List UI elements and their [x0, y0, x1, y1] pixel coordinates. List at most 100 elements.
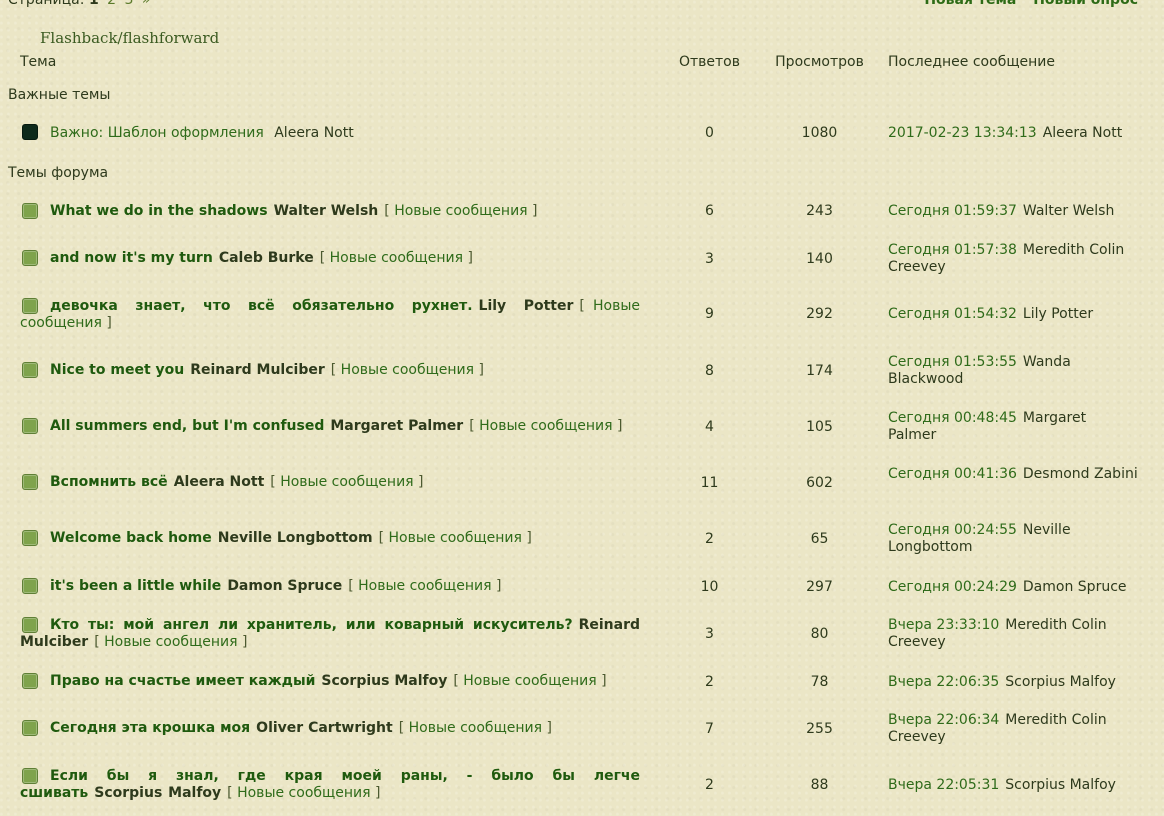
section-forum-topics: Темы форума [8, 165, 109, 181]
topic-cell: Сегодня эта крошка моя Oliver Cartwright [… [20, 720, 640, 737]
topic-cell: Вспомнить всё Aleera Nott [ Новые сообщени… [20, 474, 640, 491]
table-header: Тема Ответов Просмотров Последнее сообще… [0, 54, 1164, 72]
last-post-author: Walter Welsh [1022, 203, 1115, 219]
topic-cell: Nice to meet you Reinard Mulciber [ Новые … [20, 362, 640, 379]
topic-title-link[interactable]: All summers end, but I'm confused [50, 418, 324, 434]
topic-title-link[interactable]: it's been a little while [50, 578, 221, 594]
topic-author: Neville Longbottom [217, 530, 373, 546]
new-posts-label: Новые сообщения [104, 634, 238, 650]
topic-author: Aleera Nott [173, 474, 265, 490]
replies-count: 2 [705, 531, 714, 547]
last-post-time-link[interactable]: 2017-02-23 13:34:13 [888, 125, 1037, 141]
topic-author: Damon Spruce [227, 578, 343, 594]
last-post-time-link[interactable]: Сегодня 01:53:55 [888, 354, 1017, 370]
topic-title-link[interactable]: Nice to meet you [50, 362, 184, 378]
last-post-time-link[interactable]: Сегодня 00:24:29 [888, 579, 1017, 595]
next-page-link[interactable]: » [142, 0, 151, 8]
new-posts-label: Новые сообщения [280, 474, 414, 490]
views-count: 65 [810, 531, 829, 547]
topic-cell: Кто ты: мой ангел ли хранитель, или кова… [20, 617, 640, 651]
new-posts-link[interactable]: [ Новые сообщения ] [270, 474, 423, 490]
topic-cell: All summers end, but I'm confused Margare… [20, 418, 640, 435]
topic-title-link[interactable]: Сегодня эта крошка моя [50, 720, 250, 736]
views-count: 255 [806, 721, 833, 737]
last-post-cell: Сегодня 00:41:36 Desmond Zabini [888, 466, 1138, 483]
views-count: 140 [806, 251, 833, 267]
topic-title-link[interactable]: Кто ты: мой ангел ли хранитель, или кова… [50, 617, 573, 633]
new-posts-link[interactable]: [ Новые сообщения ] [320, 250, 473, 266]
topic-cell: it's been a little while Damon Spruce [ Но… [20, 578, 640, 595]
replies-count: 2 [705, 777, 714, 793]
last-post-time-link[interactable]: Сегодня 00:48:45 [888, 410, 1017, 426]
topic-cell: Welcome back home Neville Longbottom [ Нов… [20, 530, 640, 547]
new-posts-label: Новые сообщения [237, 785, 371, 801]
topic-cell: and now it's my turn Caleb Burke [ Новые с… [20, 250, 640, 267]
forum-title: Flashback/flashforward [40, 29, 220, 47]
topic-title-link[interactable]: Право на счастье имеет каждый [50, 673, 315, 689]
forum-page: Страница: 1 2 3 » Новая тема Новый опрос… [0, 0, 1164, 816]
section-important: Важные темы [8, 87, 111, 103]
new-poll-link[interactable]: Новый опрос [1033, 0, 1138, 8]
topic-author: Margaret Palmer [330, 418, 464, 434]
last-post-time-link[interactable]: Сегодня 01:59:37 [888, 203, 1017, 219]
replies-count: 8 [705, 363, 714, 379]
topic-title-link[interactable]: What we do in the shadows [50, 203, 268, 219]
topic-title-link[interactable]: девочка знает, что всё обязательно рухне… [50, 298, 473, 314]
pagination: Страница: 1 2 3 » [8, 0, 150, 8]
new-posts-link[interactable]: [ Новые сообщения ] [469, 418, 622, 434]
new-posts-link[interactable]: [ Новые сообщения ] [384, 203, 537, 219]
topic-title-link[interactable]: Вспомнить всё [50, 474, 168, 490]
last-post-time-link[interactable]: Сегодня 00:41:36 [888, 466, 1017, 482]
last-post-cell: 2017-02-23 13:34:13 Aleera Nott [888, 125, 1138, 142]
pagination-bar: Страница: 1 2 3 » Новая тема Новый опрос [8, 0, 1138, 8]
last-post-cell: Сегодня 01:59:37 Walter Welsh [888, 203, 1138, 220]
new-posts-link[interactable]: [ Новые сообщения ] [453, 673, 606, 689]
new-posts-label: Новые сообщения [329, 250, 464, 266]
new-topic-link[interactable]: Новая тема [924, 0, 1016, 8]
topic-cell: Если бы я знал, где края моей раны, - бы… [20, 768, 640, 802]
new-posts-label: Новые сообщения [388, 530, 522, 546]
topic-author: Oliver Cartwright [256, 720, 393, 736]
views-count: 1080 [801, 125, 838, 141]
topic-title-link[interactable]: Шаблон оформления [108, 125, 264, 141]
new-posts-label: Новые сообщения [463, 673, 597, 689]
last-post-time-link[interactable]: Сегодня 01:57:38 [888, 242, 1017, 258]
new-posts-link[interactable]: [ Новые сообщения ] [348, 578, 501, 594]
last-post-time-link[interactable]: Сегодня 00:24:55 [888, 522, 1017, 538]
replies-count: 9 [705, 306, 714, 322]
topic-cell: Право на счастье имеет каждый Scorpius Ma… [20, 673, 640, 690]
new-posts-link[interactable]: [ Новые сообщения ] [379, 530, 532, 546]
replies-count: 10 [700, 579, 719, 595]
last-post-time-link[interactable]: Вчера 22:06:34 [888, 712, 999, 728]
page-link-2[interactable]: 2 [107, 0, 116, 8]
last-post-time-link[interactable]: Вчера 22:05:31 [888, 777, 999, 793]
last-post-cell: Вчера 22:06:34 Meredith Colin Creevey [888, 712, 1138, 746]
new-posts-link[interactable]: [ Новые сообщения ] [331, 362, 484, 378]
last-post-time-link[interactable]: Вчера 22:06:35 [888, 674, 999, 690]
topic-author: Scorpius Malfoy [321, 673, 448, 689]
new-posts-link[interactable]: [ Новые сообщения ] [399, 720, 552, 736]
last-post-time-link[interactable]: Сегодня 01:54:32 [888, 306, 1017, 322]
last-post-author: Lily Potter [1022, 306, 1094, 322]
last-post-cell: Вчера 22:05:31 Scorpius Malfoy [888, 777, 1138, 794]
last-post-cell: Сегодня 00:24:55 Neville Longbottom [888, 522, 1138, 556]
last-post-cell: Сегодня 01:53:55 Wanda Blackwood [888, 354, 1138, 388]
current-page: 1 [88, 0, 99, 8]
important-prefix: Важно: [50, 125, 104, 141]
last-post-author: Scorpius Malfoy [1005, 674, 1116, 690]
replies-count: 7 [705, 721, 714, 737]
topic-title-link[interactable]: Welcome back home [50, 530, 212, 546]
page-link-3[interactable]: 3 [125, 0, 134, 8]
last-post-time-link[interactable]: Вчера 23:33:10 [888, 617, 999, 633]
replies-count: 3 [705, 626, 714, 642]
topic-actions: Новая тема Новый опрос [912, 0, 1138, 8]
topic-title-link[interactable]: and now it's my turn [50, 250, 213, 266]
replies-count: 11 [700, 475, 719, 491]
new-posts-link[interactable]: [ Новые сообщения ] [94, 634, 247, 650]
new-posts-label: Новые сообщения [358, 578, 492, 594]
important-topic-row: Важно: Шаблон оформления Aleera Nott 0 1… [0, 124, 1164, 144]
column-replies: Ответов [678, 54, 740, 70]
new-posts-link[interactable]: [ Новые сообщения ] [227, 785, 380, 801]
last-post-author: Damon Spruce [1022, 579, 1127, 595]
last-post-cell: Сегодня 00:24:29 Damon Spruce [888, 579, 1138, 596]
